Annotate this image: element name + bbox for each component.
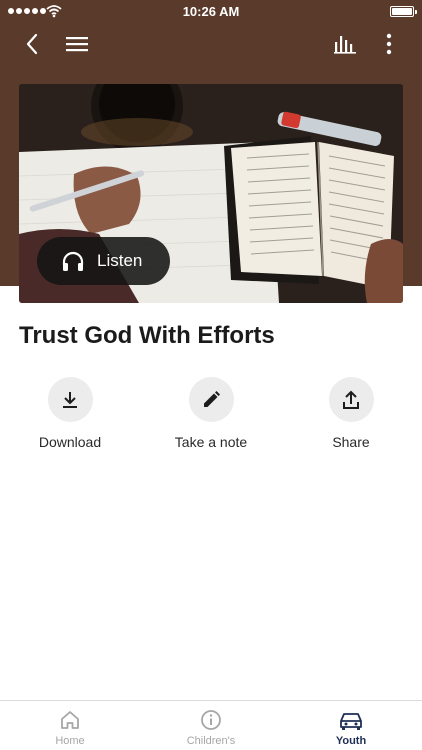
share-button[interactable]: Share — [291, 377, 411, 450]
more-options-button[interactable] — [373, 28, 405, 60]
tab-childrens[interactable]: Children's — [141, 701, 281, 750]
status-bar: 10:26 AM — [0, 0, 422, 24]
headphones-icon — [62, 251, 84, 271]
share-icon — [343, 390, 359, 409]
more-vertical-icon — [386, 33, 392, 55]
equalizer-icon — [334, 36, 356, 54]
tab-youth-label: Youth — [335, 735, 367, 747]
info-icon — [201, 710, 221, 730]
battery-icon — [390, 6, 417, 17]
download-button[interactable]: Download — [10, 377, 130, 450]
status-time: 10:26 AM — [182, 4, 240, 19]
chevron-left-icon — [26, 33, 38, 55]
take-note-label: Take a note — [174, 434, 248, 450]
listen-button[interactable]: Listen — [37, 237, 170, 285]
car-icon — [340, 713, 362, 730]
back-button[interactable] — [16, 28, 48, 60]
tab-bar: Home Children's Youth — [0, 700, 422, 750]
equalizer-button[interactable] — [329, 28, 361, 60]
take-note-button[interactable]: Take a note — [151, 377, 271, 450]
sermon-title: Trust God With Efforts — [19, 322, 275, 349]
listen-label: Listen — [97, 251, 143, 270]
hamburger-menu-icon — [66, 37, 88, 52]
download-label: Download — [38, 434, 102, 450]
tab-home-label: Home — [55, 735, 85, 747]
home-icon — [61, 711, 79, 729]
pencil-icon — [204, 390, 220, 407]
download-icon — [63, 391, 77, 408]
share-label: Share — [332, 434, 370, 450]
menu-button[interactable] — [61, 28, 93, 60]
tab-home[interactable]: Home — [0, 701, 140, 750]
tab-youth[interactable]: Youth — [281, 701, 421, 750]
tab-childrens-label: Children's — [186, 735, 236, 747]
